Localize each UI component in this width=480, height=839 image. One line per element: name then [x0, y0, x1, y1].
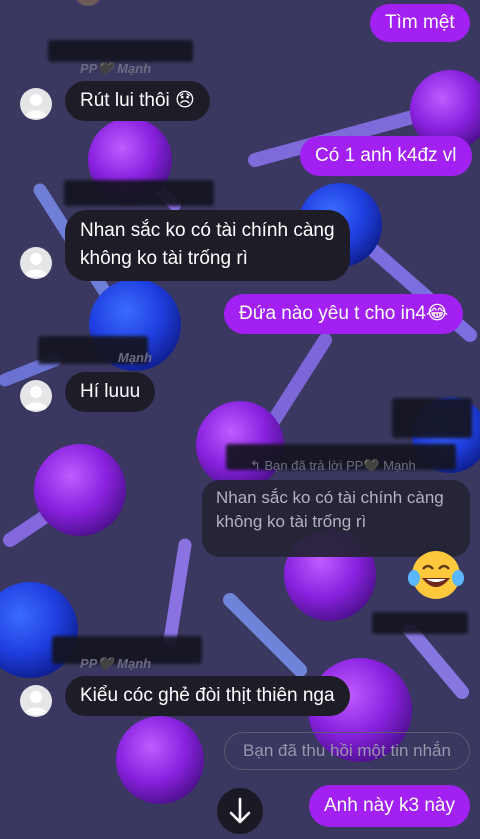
avatar[interactable] — [20, 247, 52, 279]
arrow-down-icon — [229, 797, 251, 824]
quote-line: không ko tài trống rì — [216, 512, 367, 531]
message-line: Nhan sắc ko có tài chính càng — [80, 220, 335, 241]
avatar[interactable] — [20, 380, 52, 412]
unsent-message-notice: Bạn đã thu hồi một tin nhắn — [224, 732, 470, 770]
tears-of-joy-emoji[interactable] — [408, 548, 464, 602]
incoming-message[interactable]: Rút lui thôi 😞 — [65, 81, 210, 121]
redacted-sender-name — [48, 40, 193, 62]
reply-header: ↰ Bạn đã trả lời PP🖤 Mạnh — [250, 458, 416, 473]
outgoing-message[interactable]: Tìm mệt — [370, 4, 470, 42]
incoming-message[interactable]: Nhan sắc ko có tài chính càng không ko t… — [65, 210, 350, 281]
avatar[interactable] — [20, 685, 52, 717]
incoming-message[interactable]: Kiểu cóc ghẻ đòi thịt thiên nga — [65, 676, 350, 716]
scroll-to-bottom-button[interactable] — [217, 788, 263, 834]
message-line: không ko tài trống rì — [80, 248, 248, 269]
outgoing-message[interactable]: Đứa nào yêu t cho in4😂 — [224, 294, 464, 334]
quote-line: Nhan sắc ko có tài chính càng — [216, 488, 444, 507]
sender-name: PP🖤 Mạnh — [80, 61, 152, 76]
sender-name: PP🖤 Mạnh — [80, 656, 152, 671]
incoming-message[interactable]: Hí luuu — [65, 372, 156, 412]
sender-name: Mạnh — [118, 350, 152, 365]
redacted-sender-name — [64, 180, 214, 206]
outgoing-message[interactable]: Anh này k3 này — [309, 785, 470, 827]
redacted-reply-header — [392, 398, 472, 438]
reply-quote[interactable]: Nhan sắc ko có tài chính càng không ko t… — [202, 480, 470, 557]
redacted-reaction — [372, 612, 468, 634]
outgoing-message[interactable]: Có 1 anh k4đz vl — [300, 136, 472, 176]
avatar[interactable] — [20, 88, 52, 120]
